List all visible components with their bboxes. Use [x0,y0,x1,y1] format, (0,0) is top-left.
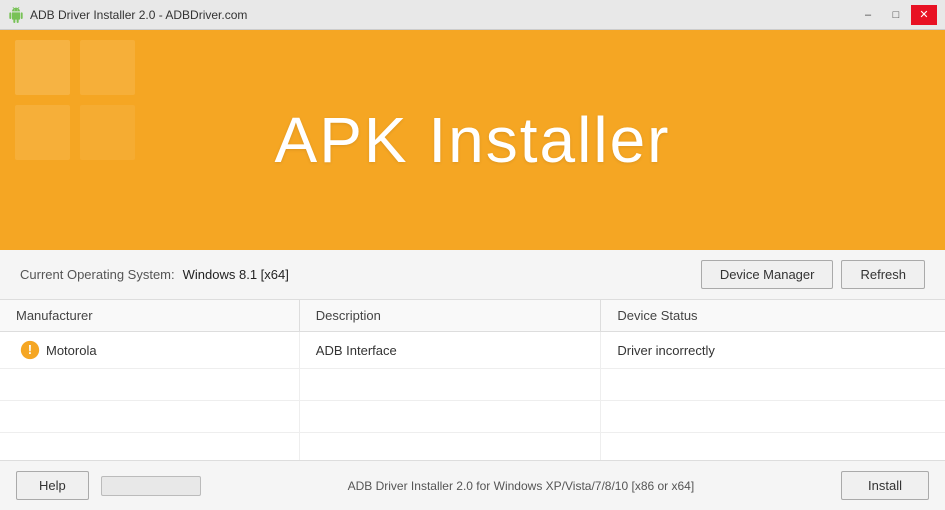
banner-title: APK Installer [275,103,671,177]
progress-bar [101,476,201,496]
footer-description: ADB Driver Installer 2.0 for Windows XP/… [213,479,829,493]
table-row-empty [0,369,945,401]
cell-manufacturer: ! Motorola [0,332,299,369]
warning-icon: ! [20,340,40,360]
titlebar-controls: – □ ✕ [855,5,937,25]
info-bar: Current Operating System: Windows 8.1 [x… [0,250,945,300]
col-description: Description [299,300,601,332]
banner: APK Installer [0,30,945,250]
svg-text:!: ! [28,343,32,357]
titlebar: ADB Driver Installer 2.0 - ADBDriver.com… [0,0,945,30]
table-row-empty [0,433,945,461]
maximize-button[interactable]: □ [883,5,909,25]
close-button[interactable]: ✕ [911,5,937,25]
manufacturer-name: Motorola [46,343,97,358]
table-row-empty [0,401,945,433]
os-value: Windows 8.1 [x64] [183,267,289,282]
minimize-button[interactable]: – [855,5,881,25]
device-table-area: Manufacturer Description Device Status !… [0,300,945,460]
footer-bar: Help ADB Driver Installer 2.0 for Window… [0,460,945,510]
table-header-row: Manufacturer Description Device Status [0,300,945,332]
col-manufacturer: Manufacturer [0,300,299,332]
os-label: Current Operating System: [20,267,175,282]
warning-cell: ! Motorola [16,340,283,360]
table-row: ! Motorola ADB InterfaceDriver incorrectl… [0,332,945,369]
android-icon [8,7,24,23]
os-info: Current Operating System: Windows 8.1 [x… [20,267,289,282]
cell-status: Driver incorrectly [601,332,945,369]
main-content: APK Installer Current Operating System: … [0,30,945,510]
cell-description: ADB Interface [299,332,601,369]
refresh-button[interactable]: Refresh [841,260,925,289]
device-manager-button[interactable]: Device Manager [701,260,834,289]
titlebar-left: ADB Driver Installer 2.0 - ADBDriver.com [8,7,247,23]
info-buttons: Device Manager Refresh [701,260,925,289]
device-table: Manufacturer Description Device Status !… [0,300,945,460]
col-status: Device Status [601,300,945,332]
help-button[interactable]: Help [16,471,89,500]
install-button[interactable]: Install [841,471,929,500]
titlebar-title: ADB Driver Installer 2.0 - ADBDriver.com [30,8,247,22]
